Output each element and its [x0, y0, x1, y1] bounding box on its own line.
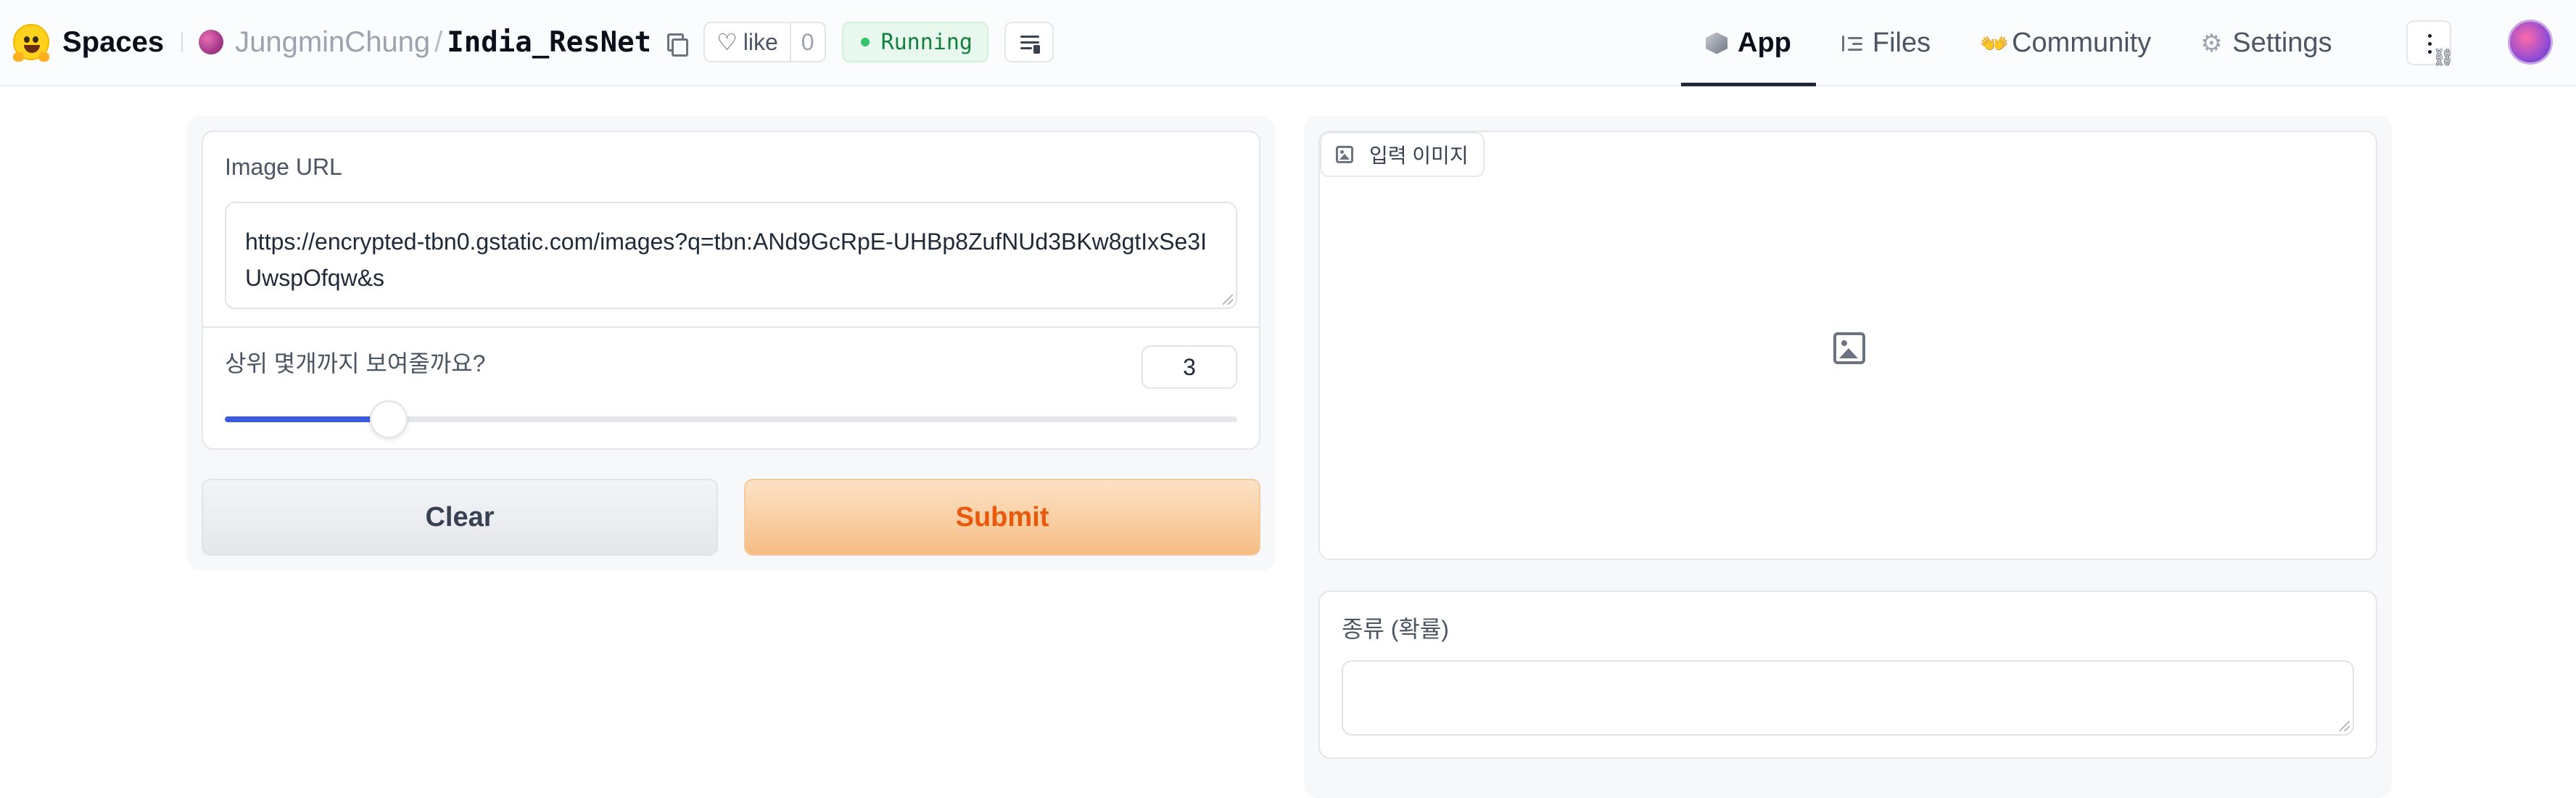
hugging-face-logo-icon[interactable] — [13, 24, 49, 62]
gear-icon: ⚙ — [2200, 29, 2223, 57]
slider-thumb[interactable] — [370, 400, 408, 438]
header-left: Spaces JungminChung / India_ResNet ♡ lik… — [13, 17, 1054, 67]
topk-slider[interactable] — [225, 400, 1237, 438]
like-count[interactable]: 0 — [789, 23, 825, 61]
input-image-tag: 입력 이미지 — [1320, 132, 1485, 177]
tab-community-label: Community — [2012, 28, 2152, 58]
resize-handle-icon[interactable] — [2340, 721, 2350, 731]
owner-avatar[interactable] — [199, 30, 224, 54]
submit-button-label: Submit — [955, 501, 1049, 532]
slider-fill — [225, 416, 374, 422]
image-url-label: Image URL — [225, 154, 342, 180]
logs-button[interactable] — [1004, 22, 1054, 62]
community-icon: 👐 — [1980, 30, 2009, 57]
path-separator: / — [434, 25, 443, 58]
class-output-textbox[interactable] — [1342, 660, 2354, 736]
link-icon: ⛓ — [2432, 48, 2454, 67]
topk-value: 3 — [1183, 353, 1196, 380]
repo-name-link[interactable]: India_ResNet — [447, 26, 651, 59]
space-nav-tabs: App Files 👐 Community ⚙ Settings — [1681, 0, 2357, 86]
submit-button[interactable]: Submit — [744, 479, 1260, 556]
status-dot-icon — [860, 38, 870, 46]
image-icon — [1336, 146, 1353, 163]
input-panel: Image URL https://encrypted-tbn0.gstatic… — [187, 116, 1275, 570]
class-output-label: 종류 (확률) — [1342, 616, 1449, 642]
input-image-label: 입력 이미지 — [1369, 144, 1469, 167]
status-text: Running — [880, 29, 973, 55]
topk-label: 상위 몇개까지 보여줄까요? — [225, 350, 486, 377]
spaces-link[interactable]: Spaces — [62, 26, 164, 59]
tab-files-label: Files — [1872, 28, 1931, 58]
tab-app[interactable]: App — [1681, 0, 1816, 86]
tab-settings[interactable]: ⚙ Settings — [2176, 0, 2356, 86]
tab-community[interactable]: 👐 Community — [1955, 0, 2176, 86]
clear-button-label: Clear — [425, 501, 495, 532]
clear-button[interactable]: Clear — [202, 479, 718, 556]
like-button[interactable]: ♡ like 0 — [703, 22, 826, 62]
input-form-card: Image URL https://encrypted-tbn0.gstatic… — [202, 131, 1260, 450]
image-placeholder-icon — [1833, 332, 1865, 364]
copy-icon[interactable] — [664, 31, 689, 57]
files-icon — [1841, 33, 1862, 54]
header-divider — [181, 32, 183, 52]
tab-settings-label: Settings — [2232, 28, 2332, 58]
field-divider — [203, 326, 1259, 328]
like-label: like — [743, 28, 778, 55]
image-url-input[interactable]: https://encrypted-tbn0.gstatic.com/image… — [225, 202, 1237, 309]
input-image-card: 입력 이미지 — [1318, 131, 2377, 560]
image-url-value: https://encrypted-tbn0.gstatic.com/image… — [245, 229, 1207, 291]
user-avatar[interactable] — [2508, 20, 2553, 65]
output-panel: 입력 이미지 종류 (확률) — [1304, 116, 2392, 798]
resize-handle-icon[interactable] — [1223, 295, 1233, 305]
status-badge[interactable]: Running — [841, 22, 988, 62]
heart-icon: ♡ — [717, 29, 738, 55]
owner-link[interactable]: JungminChung — [235, 26, 430, 59]
more-options-button[interactable]: ⛓ — [2406, 20, 2454, 67]
like-toggle[interactable]: ♡ like — [705, 23, 790, 61]
tab-files[interactable]: Files — [1816, 0, 1955, 86]
top-header: Spaces JungminChung / India_ResNet ♡ lik… — [0, 0, 2576, 86]
tab-app-label: App — [1738, 28, 1791, 58]
cube-icon — [1706, 32, 1727, 54]
class-output-card: 종류 (확률) — [1318, 591, 2377, 759]
topk-number-input[interactable]: 3 — [1142, 345, 1237, 389]
